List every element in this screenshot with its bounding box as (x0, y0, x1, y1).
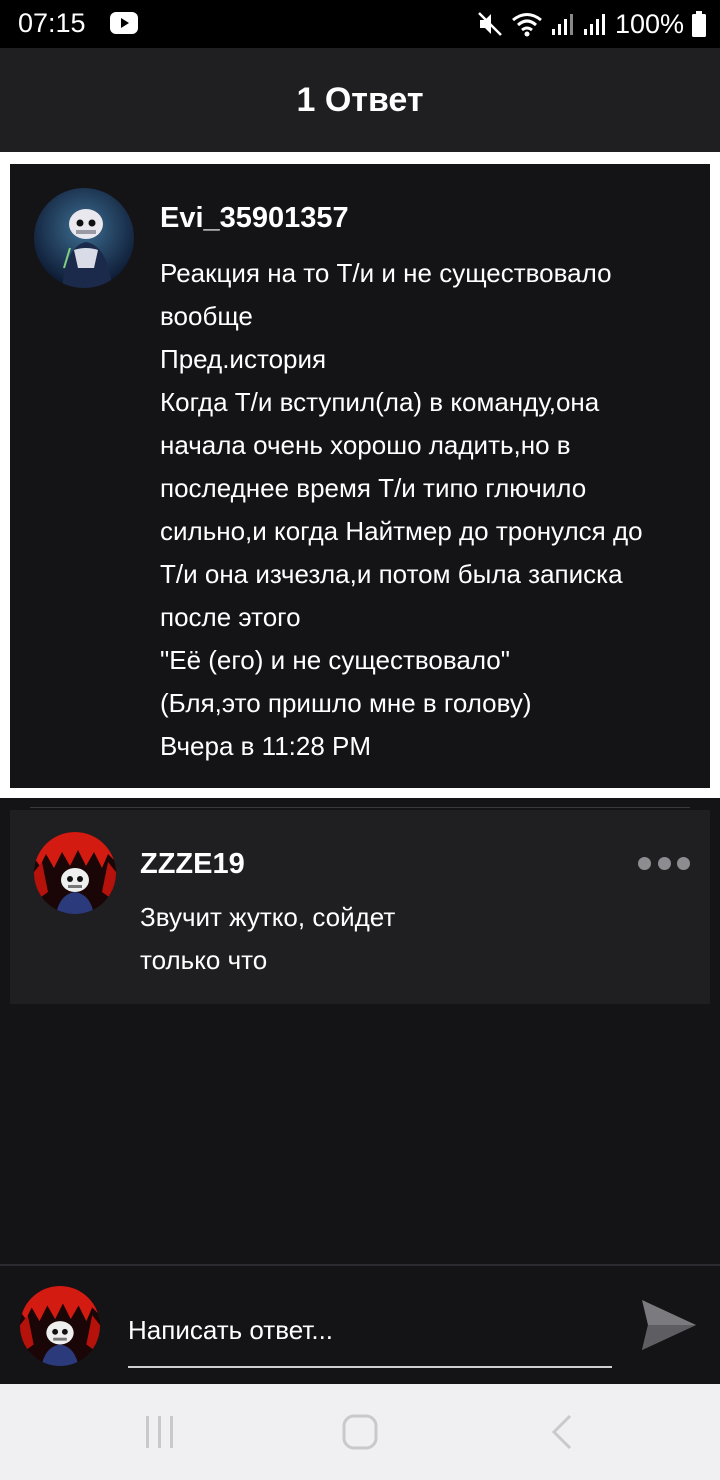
avatar[interactable] (34, 188, 134, 288)
comment-line: начала очень хорошо ладить,но в (160, 430, 571, 460)
home-icon[interactable] (342, 1414, 378, 1450)
recent-apps-icon[interactable] (144, 1414, 176, 1450)
comment-line: "Её (его) и не существовало" (160, 645, 510, 675)
reply-composer (0, 1264, 720, 1386)
comment-line: последнее время Т/и типо глючило (160, 473, 587, 503)
more-dot (657, 856, 671, 870)
header: 1 Ответ (0, 48, 720, 152)
parent-comment-frame: Evi_35901357 Реакция на то Т/и и не суще… (0, 152, 720, 798)
comment-line: Когда Т/и вступил(ла) в команду,она (160, 387, 600, 417)
reply-timestamp: только что (140, 945, 268, 975)
comment-body: Реакция на то Т/и и не существовало вооб… (160, 252, 700, 768)
reply-input[interactable] (128, 1294, 612, 1368)
comment-line: вообще (160, 301, 253, 331)
comment-username[interactable]: Evi_35901357 (160, 202, 349, 235)
status-time: 07:15 (18, 8, 86, 38)
comment-line: сильно,и когда Найтмер до тронулся до (160, 516, 643, 546)
battery-percent: 100% (614, 8, 684, 39)
parent-comment: Evi_35901357 Реакция на то Т/и и не суще… (10, 164, 710, 788)
more-dot (677, 856, 690, 870)
status-bar: 07:15 100% (0, 0, 720, 48)
more-dot (638, 856, 651, 870)
youtube-icon (110, 12, 138, 34)
comment-line: (Бля,это пришло мне в голову) (160, 688, 532, 718)
battery-icon (692, 11, 706, 37)
signal-icon (551, 14, 573, 35)
wifi-icon (512, 13, 542, 37)
reply-username[interactable]: ZZZE19 (140, 848, 245, 881)
more-icon[interactable] (638, 856, 690, 870)
signal-icon (583, 14, 605, 35)
send-icon[interactable] (640, 1298, 698, 1352)
back-icon[interactable] (550, 1414, 574, 1450)
comment-line: после этого (160, 602, 301, 632)
comment-line: Реакция на то Т/и и не существовало (160, 258, 612, 288)
avatar (20, 1286, 100, 1366)
status-icons: 100% (477, 8, 706, 40)
system-nav-bar (0, 1384, 720, 1480)
reply-comment: ZZZE19 Звучит жутко, сойдет только что (10, 810, 710, 1004)
divider (30, 807, 690, 808)
reply-line: Звучит жутко, сойдет (140, 902, 396, 932)
mute-icon (478, 12, 502, 36)
avatar[interactable] (34, 832, 116, 914)
page-title: 1 Ответ (296, 80, 424, 119)
comment-line: Пред.история (160, 344, 327, 374)
comment-timestamp: Вчера в 11:28 PM (160, 731, 372, 761)
reply-body: Звучит жутко, сойдет только что (140, 896, 620, 982)
comment-line: Т/и она изчезла,и потом была записка (160, 559, 623, 589)
